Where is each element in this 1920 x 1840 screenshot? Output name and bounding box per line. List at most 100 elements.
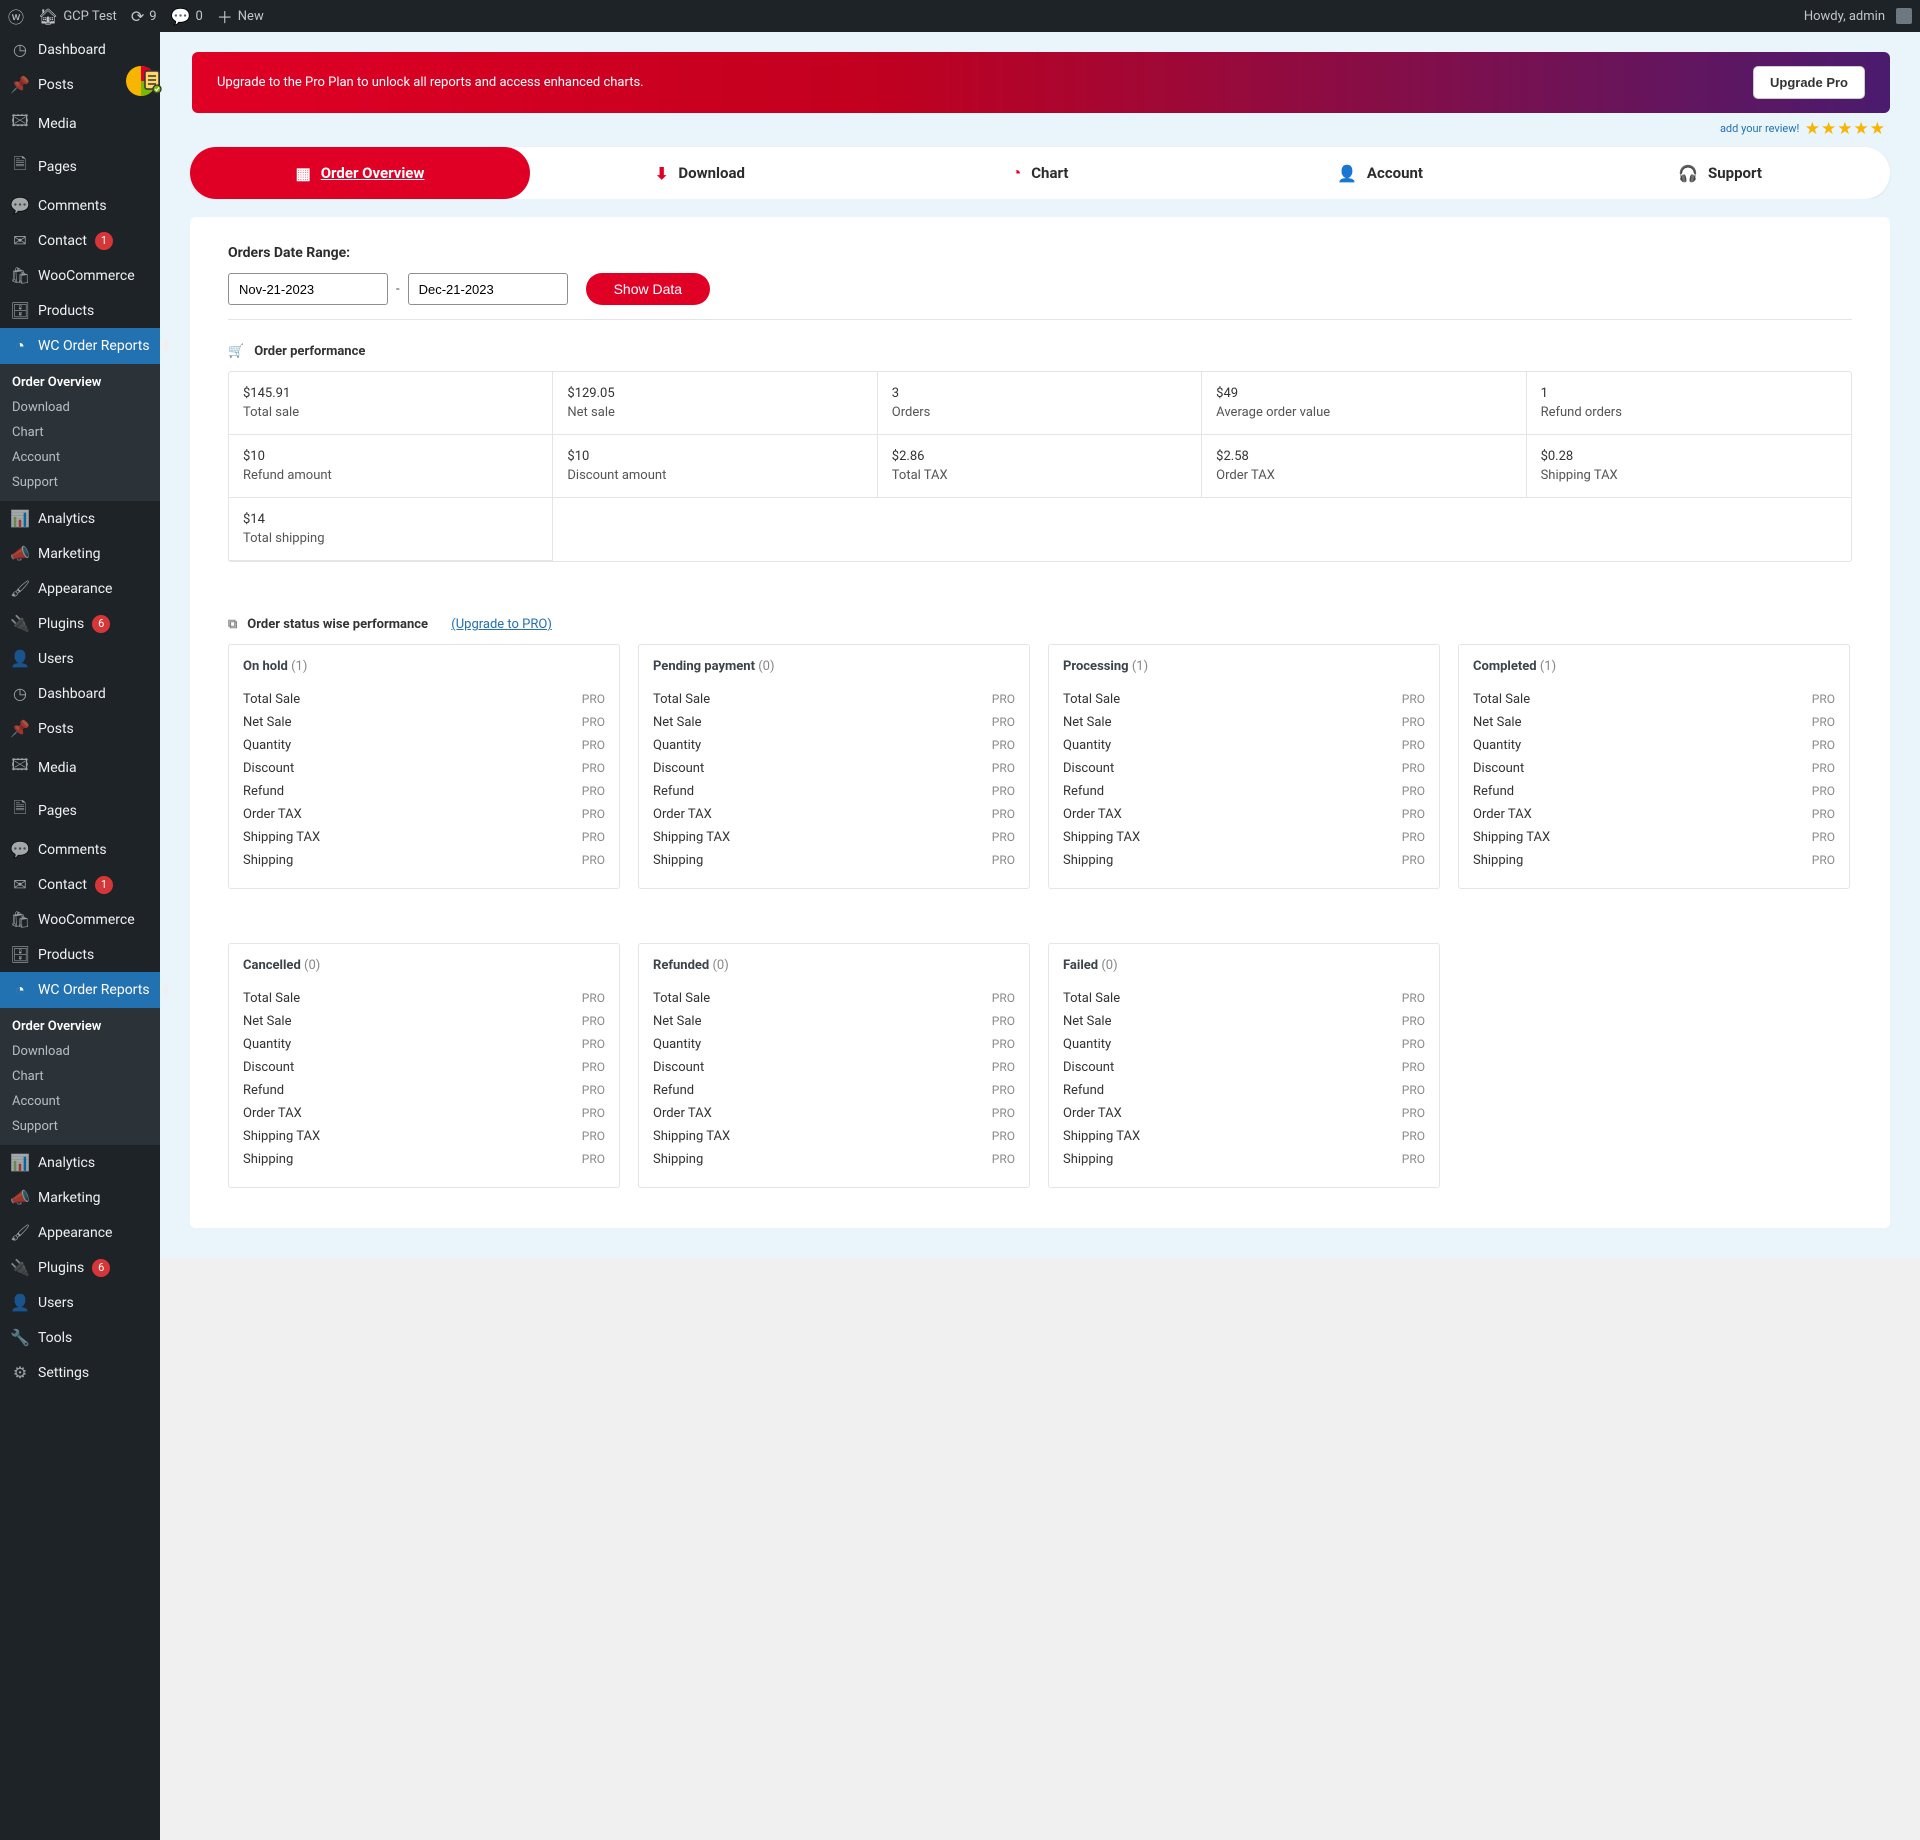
kpi-value: $145.91: [243, 386, 538, 401]
menu-icon: 🛍: [10, 266, 30, 285]
sidebar-item-products[interactable]: 🗄Products: [0, 937, 160, 972]
pro-badge: PRO: [582, 1106, 605, 1121]
menu-label: Marketing: [38, 1190, 101, 1206]
submenu-item-download[interactable]: Download: [0, 395, 160, 420]
sidebar-item-dashboard[interactable]: ◷Dashboard: [0, 676, 160, 711]
kpi-value: $10: [567, 449, 862, 464]
submenu-item-download[interactable]: Download: [0, 1039, 160, 1064]
submenu-item-chart[interactable]: Chart: [0, 420, 160, 445]
sidebar-item-posts[interactable]: 📌Posts: [0, 711, 160, 746]
menu-icon: ✉: [10, 231, 30, 250]
plus-icon: ＋: [217, 4, 233, 28]
status-row: QuantityPRO: [653, 734, 1015, 757]
sidebar-item-media[interactable]: 🖾Media: [0, 102, 160, 145]
menu-icon: 📊: [10, 509, 30, 528]
sidebar-item-wc-order-reports[interactable]: ◔WC Order Reports: [0, 328, 160, 364]
status-row: Shipping TAXPRO: [1063, 826, 1425, 849]
kpi-net-sale: $129.05Net sale: [553, 372, 877, 435]
tab-icon: ⬇: [655, 164, 668, 183]
sidebar-item-settings[interactable]: ⚙Settings: [0, 1355, 160, 1390]
pro-badge: PRO: [582, 692, 605, 707]
pro-badge: PRO: [582, 761, 605, 776]
pro-badge: PRO: [1812, 853, 1835, 868]
sidebar-item-comments[interactable]: 💬Comments: [0, 832, 160, 867]
sidebar-item-marketing[interactable]: 📣Marketing: [0, 1180, 160, 1215]
pro-badge: PRO: [582, 738, 605, 753]
menu-label: Media: [38, 116, 77, 132]
tab-order-overview[interactable]: ▦Order Overview: [190, 147, 530, 199]
menu-label: Products: [38, 947, 94, 963]
sidebar-item-appearance[interactable]: 🖌Appearance: [0, 1215, 160, 1250]
site-link[interactable]: 🏠︎GCP Test: [38, 7, 117, 26]
submenu-item-order-overview[interactable]: Order Overview: [0, 1014, 160, 1039]
tab-icon: ▦: [296, 164, 311, 183]
pro-badge: PRO: [1402, 807, 1425, 822]
sidebar-item-analytics[interactable]: 📊Analytics: [0, 501, 160, 536]
pro-badge: PRO: [1812, 807, 1835, 822]
menu-label: Appearance: [38, 581, 112, 597]
comments-link[interactable]: 💬0: [171, 7, 203, 26]
tab-chart[interactable]: ◔Chart: [870, 147, 1210, 199]
menu-icon: 👤: [10, 1293, 30, 1312]
submenu-item-support[interactable]: Support: [0, 470, 160, 495]
upgrade-pro-button[interactable]: Upgrade Pro: [1753, 66, 1865, 99]
menu-icon: ⚙: [10, 1363, 30, 1382]
sidebar-item-wc-order-reports[interactable]: ◔WC Order Reports: [0, 972, 160, 1008]
sidebar-item-users[interactable]: 👤Users: [0, 1285, 160, 1320]
status-card-title: Completed (1): [1473, 659, 1835, 674]
admin-sidebar: ◷Dashboard📌Posts🖾Media🗎Pages💬Comments✉Co…: [0, 32, 160, 1840]
sidebar-item-tools[interactable]: 🔧Tools: [0, 1320, 160, 1355]
sidebar-item-pages[interactable]: 🗎Pages: [0, 789, 160, 832]
status-row: Order TAXPRO: [243, 1102, 605, 1125]
sidebar-item-marketing[interactable]: 📣Marketing: [0, 536, 160, 571]
show-data-button[interactable]: Show Data: [586, 273, 710, 305]
sidebar-item-woocommerce[interactable]: 🛍WooCommerce: [0, 902, 160, 937]
kpi-orders: 3Orders: [878, 372, 1202, 435]
updates-link[interactable]: ⟳9: [131, 7, 157, 26]
tab-account[interactable]: 👤Account: [1210, 147, 1550, 199]
status-row: Net SalePRO: [653, 711, 1015, 734]
tab-support[interactable]: 🎧Support: [1550, 147, 1890, 199]
sidebar-item-contact[interactable]: ✉Contact1: [0, 223, 160, 258]
sidebar-item-products[interactable]: 🗄Products: [0, 293, 160, 328]
kpi-label: Average order value: [1216, 405, 1511, 420]
submenu-item-support[interactable]: Support: [0, 1114, 160, 1139]
status-row: Order TAXPRO: [1063, 1102, 1425, 1125]
menu-label: Users: [38, 651, 74, 667]
sidebar-item-comments[interactable]: 💬Comments: [0, 188, 160, 223]
kpi-value: $14: [243, 512, 538, 527]
pro-badge: PRO: [992, 991, 1015, 1006]
submenu-item-order-overview[interactable]: Order Overview: [0, 370, 160, 395]
sidebar-item-contact[interactable]: ✉Contact1: [0, 867, 160, 902]
sidebar-item-plugins[interactable]: 🔌Plugins6: [0, 606, 160, 641]
kpi-value: $129.05: [567, 386, 862, 401]
pro-badge: PRO: [992, 1106, 1015, 1121]
submenu-item-account[interactable]: Account: [0, 1089, 160, 1114]
wp-logo-link[interactable]: ⓦ: [8, 4, 24, 28]
submenu-item-chart[interactable]: Chart: [0, 1064, 160, 1089]
add-review-link[interactable]: add your review!: [1720, 122, 1799, 135]
kpi-value: $10: [243, 449, 538, 464]
status-row: Order TAXPRO: [1473, 803, 1835, 826]
account-link[interactable]: Howdy, admin: [1804, 8, 1912, 24]
pro-badge: PRO: [992, 1129, 1015, 1144]
upgrade-to-pro-link[interactable]: (Upgrade to PRO): [451, 617, 552, 632]
sidebar-item-appearance[interactable]: 🖌Appearance: [0, 571, 160, 606]
menu-label: Plugins: [38, 1260, 84, 1276]
sidebar-item-plugins[interactable]: 🔌Plugins6: [0, 1250, 160, 1285]
pro-badge: PRO: [582, 1014, 605, 1029]
kpi-label: Total shipping: [243, 531, 538, 546]
sidebar-item-users[interactable]: 👤Users: [0, 641, 160, 676]
submenu-item-account[interactable]: Account: [0, 445, 160, 470]
menu-icon: 🗎: [10, 797, 30, 824]
menu-label: Pages: [38, 159, 77, 175]
sidebar-item-analytics[interactable]: 📊Analytics: [0, 1145, 160, 1180]
sidebar-item-media[interactable]: 🖾Media: [0, 746, 160, 789]
menu-label: Posts: [38, 77, 74, 93]
date-from-input[interactable]: [228, 273, 388, 305]
new-link[interactable]: ＋New: [217, 4, 264, 28]
sidebar-item-pages[interactable]: 🗎Pages: [0, 145, 160, 188]
sidebar-item-woocommerce[interactable]: 🛍WooCommerce: [0, 258, 160, 293]
date-to-input[interactable]: [408, 273, 568, 305]
tab-download[interactable]: ⬇Download: [530, 147, 870, 199]
